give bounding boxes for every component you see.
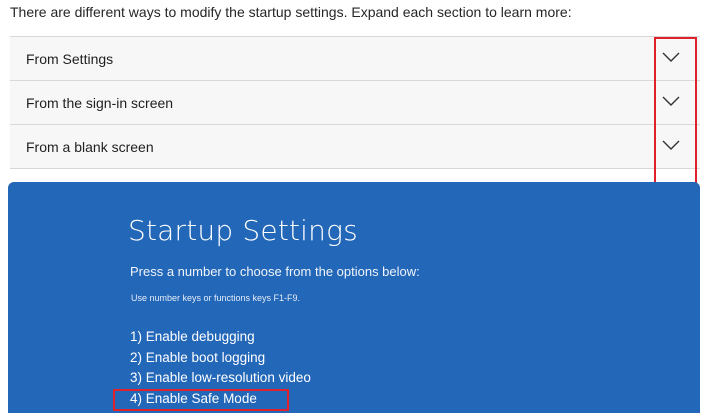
- startup-option: 3) Enable low-resolution video: [130, 370, 311, 385]
- accordion-item-from-settings[interactable]: From Settings: [10, 36, 700, 80]
- startup-options-list: 1) Enable debugging 2) Enable boot loggi…: [130, 329, 311, 411]
- accordion-item-label: From the sign-in screen: [26, 95, 174, 111]
- accordion-item-label: From a blank screen: [26, 139, 154, 155]
- chevron-down-icon[interactable]: [662, 139, 680, 151]
- startup-option: 1) Enable debugging: [130, 329, 255, 344]
- page: There are different ways to modify the s…: [0, 0, 706, 413]
- screen-title: Startup Settings: [128, 214, 358, 247]
- startup-option: 2) Enable boot logging: [130, 349, 266, 365]
- intro-text: There are different ways to modify the s…: [10, 4, 572, 20]
- screen-subtitle: Press a number to choose from the option…: [130, 264, 420, 279]
- startup-settings-screenshot: Startup Settings Press a number to choos…: [8, 182, 700, 413]
- accordion-item-label: From Settings: [26, 51, 114, 67]
- chevron-down-icon[interactable]: [662, 95, 680, 107]
- accordion-item-from-blank-screen[interactable]: From a blank screen: [10, 124, 700, 169]
- chevron-down-icon[interactable]: [662, 51, 680, 63]
- startup-accordion: From Settings From the sign-in screen Fr…: [10, 36, 700, 169]
- accordion-item-from-sign-in-screen[interactable]: From the sign-in screen: [10, 80, 700, 124]
- screen-note: Use number keys or functions keys F1-F9.: [131, 293, 301, 303]
- startup-option-safe-mode: 4) Enable Safe Mode: [130, 390, 257, 406]
